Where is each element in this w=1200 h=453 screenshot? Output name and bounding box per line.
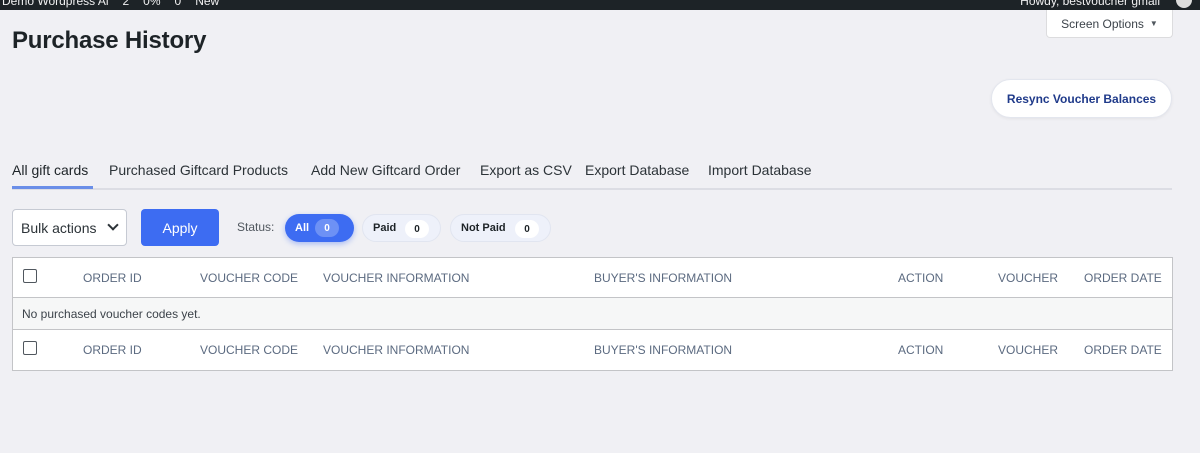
bulk-actions-value: Bulk actions (21, 219, 97, 236)
status-count-badge: 0 (515, 220, 539, 238)
column-order-date[interactable]: ORDER DATE (1084, 343, 1162, 357)
tab-purchased-giftcard-products[interactable]: Purchased Giftcard Products (109, 162, 288, 178)
column-buyers-information: BUYER'S INFORMATION (594, 271, 733, 285)
status-filter-all[interactable]: All 0 (285, 214, 354, 242)
status-count-badge: 0 (315, 219, 339, 237)
site-name-link[interactable]: Demo Wordpress Al (2, 0, 108, 8)
chevron-down-icon (107, 219, 119, 231)
screen-options-label: Screen Options (1061, 16, 1144, 31)
column-order-id[interactable]: ORDER ID (83, 271, 142, 285)
admin-bar: Demo Wordpress Al 2 0% 0 New Howdy, best… (0, 0, 1200, 10)
apply-button[interactable]: Apply (141, 209, 219, 246)
status-filter-paid-label: Paid (373, 222, 397, 234)
column-voucher-code[interactable]: VOUCHER CODE (200, 271, 298, 285)
caret-down-icon: ▼ (1149, 19, 1158, 28)
column-voucher-information: VOUCHER INFORMATION (323, 271, 470, 285)
status-count-badge: 0 (405, 220, 429, 238)
screen-options-button[interactable]: Screen Options ▼ (1046, 10, 1173, 38)
status-filter-not-paid[interactable]: Not Paid 0 (450, 214, 551, 242)
column-action: ACTION (898, 343, 944, 357)
seo-link[interactable]: 0% (143, 0, 160, 8)
active-tab-indicator (12, 186, 93, 189)
updates-link[interactable]: 2 (122, 0, 129, 8)
status-filter-paid[interactable]: Paid 0 (362, 214, 441, 242)
tab-export-csv[interactable]: Export as CSV (480, 162, 572, 178)
table-empty-row: No purchased voucher codes yet. (13, 298, 1172, 330)
tab-import-database[interactable]: Import Database (708, 162, 812, 178)
tab-export-database[interactable]: Export Database (585, 162, 689, 178)
avatar[interactable] (1176, 0, 1192, 8)
comments-link[interactable]: 0 (175, 0, 182, 8)
tab-add-new-giftcard-order[interactable]: Add New Giftcard Order (311, 162, 460, 178)
purchase-history-table: ORDER ID VOUCHER CODE VOUCHER INFORMATIO… (12, 257, 1173, 371)
account-greeting[interactable]: Howdy, bestvoucher gmail (1020, 0, 1160, 8)
status-filter-label: Status: (237, 220, 275, 234)
status-filter-all-label: All (295, 222, 310, 234)
resync-voucher-balances-button[interactable]: Resync Voucher Balances (991, 79, 1172, 118)
column-voucher: VOUCHER (998, 271, 1059, 285)
select-all-checkbox[interactable] (23, 269, 37, 283)
column-order-date[interactable]: ORDER DATE (1084, 271, 1162, 285)
tab-all-gift-cards[interactable]: All gift cards (12, 162, 88, 178)
table-footer-row: ORDER ID VOUCHER CODE VOUCHER INFORMATIO… (13, 330, 1172, 370)
status-filter-not-paid-label: Not Paid (461, 222, 506, 234)
column-voucher-information: VOUCHER INFORMATION (323, 343, 470, 357)
column-voucher-code[interactable]: VOUCHER CODE (200, 343, 298, 357)
page-title: Purchase History (12, 27, 207, 54)
column-action: ACTION (898, 271, 944, 285)
table-header-row: ORDER ID VOUCHER CODE VOUCHER INFORMATIO… (13, 258, 1172, 298)
column-buyers-information: BUYER'S INFORMATION (594, 343, 733, 357)
select-all-checkbox[interactable] (23, 341, 37, 355)
column-order-id[interactable]: ORDER ID (83, 343, 142, 357)
admin-bar-left: Demo Wordpress Al 2 0% 0 New (2, 0, 219, 8)
empty-message: No purchased voucher codes yet. (22, 307, 201, 321)
bulk-actions-select[interactable]: Bulk actions (12, 209, 127, 246)
new-content-link[interactable]: New (195, 0, 219, 8)
tab-bar: All gift cards Purchased Giftcard Produc… (12, 160, 1172, 190)
column-voucher: VOUCHER (998, 343, 1059, 357)
